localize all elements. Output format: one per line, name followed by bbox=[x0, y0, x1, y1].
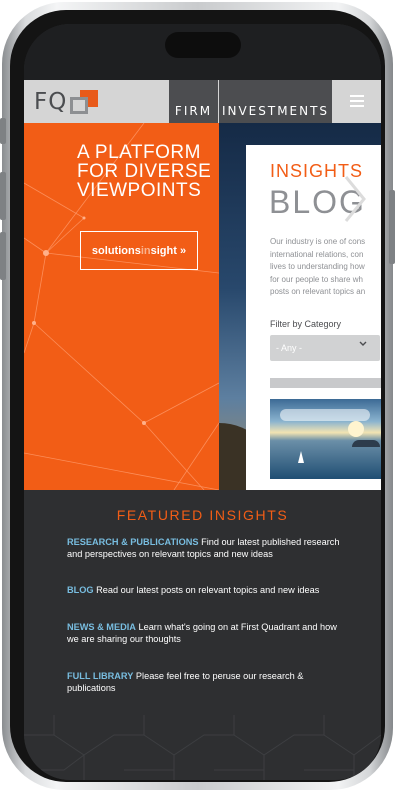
solutions-insight-button[interactable]: solutions in sight » bbox=[80, 231, 198, 270]
pattern-decoration bbox=[24, 715, 381, 780]
category-select-value: - Any - bbox=[276, 343, 303, 353]
sailboat-sunset-image[interactable] bbox=[270, 399, 381, 479]
insights-card: INSIGHTS BLOG Our industry is one of con… bbox=[246, 145, 381, 490]
nav-firm[interactable]: FIRM bbox=[169, 80, 218, 123]
filter-label: Filter by Category bbox=[270, 319, 342, 329]
feature-item-key[interactable]: NEWS & MEDIA bbox=[67, 622, 136, 632]
dynamic-island bbox=[165, 32, 241, 58]
site-header: FQ FIRM INVESTMENTS bbox=[24, 80, 381, 123]
feature-item-library[interactable]: FULL LIBRARY Please feel free to peruse … bbox=[67, 670, 347, 694]
category-select[interactable]: - Any - bbox=[270, 335, 380, 361]
feature-item-research[interactable]: RESEARCH & PUBLICATIONS Find our latest … bbox=[67, 536, 347, 560]
nav-investments[interactable]: INVESTMENTS bbox=[219, 80, 332, 123]
featured-title: FEATURED INSIGHTS bbox=[116, 507, 289, 523]
hero-panel: A PLATFORM FOR DIVERSE VIEWPOINTS soluti… bbox=[24, 123, 219, 490]
feature-item-key[interactable]: RESEARCH & PUBLICATIONS bbox=[67, 537, 199, 547]
logo-text: FQ bbox=[34, 89, 68, 115]
volume-down-button bbox=[0, 232, 6, 280]
featured-insights-section: FEATURED INSIGHTS RESEARCH & PUBLICATION… bbox=[24, 490, 381, 780]
hero-title: A PLATFORM FOR DIVERSE VIEWPOINTS bbox=[77, 142, 212, 201]
hero-photo-panel: INSIGHTS BLOG Our industry is one of con… bbox=[219, 123, 381, 490]
filter-bar bbox=[270, 378, 381, 388]
blog-intro: Our industry is one of cons internationa… bbox=[270, 237, 366, 296]
chevron-down-icon bbox=[359, 341, 367, 346]
feature-item-news[interactable]: NEWS & MEDIA Learn what's going on at Fi… bbox=[67, 621, 347, 645]
chevron-right-icon[interactable] bbox=[344, 175, 366, 223]
phone-screen: FQ FIRM INVESTMENTS A PLATFORM FOR DIVER… bbox=[24, 24, 381, 780]
feature-item-blog[interactable]: BLOG Read our latest posts on relevant t… bbox=[67, 584, 347, 596]
power-button bbox=[389, 190, 395, 264]
mute-switch bbox=[0, 118, 6, 144]
feature-item-key[interactable]: FULL LIBRARY bbox=[67, 671, 133, 681]
logo-mark-icon bbox=[70, 90, 100, 114]
hamburger-menu-icon[interactable] bbox=[333, 80, 381, 123]
feature-item-key[interactable]: BLOG bbox=[67, 585, 94, 595]
feature-item-text: Read our latest posts on relevant topics… bbox=[96, 585, 320, 595]
volume-up-button bbox=[0, 172, 6, 220]
fq-logo[interactable]: FQ bbox=[34, 88, 100, 116]
